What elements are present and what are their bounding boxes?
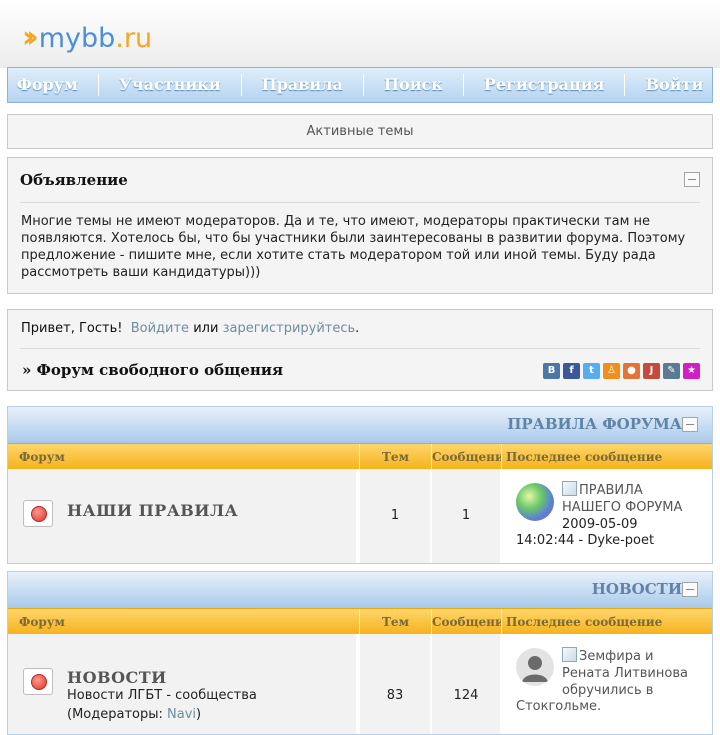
announcement-text: Многие темы не имеют модераторов. Да и т… [21,214,686,280]
nav-rules[interactable]: Правила [240,74,363,96]
logo-text-mybb: mybb [38,22,116,54]
col-last-post: Последнее сообщение [506,615,663,629]
col-topics: Тем [360,609,432,634]
last-post-link-cont[interactable]: обручились в [562,683,653,698]
nav-search[interactable]: Поиск [362,74,463,96]
col-forum: Форум [8,609,360,634]
last-post-link-cont[interactable]: Рената Литвинова [562,666,688,681]
category-rules: ПРАВИЛА ФОРУМА Форум Тем Сообщений После… [7,406,713,564]
moimir-icon[interactable]: ● [623,363,640,379]
announcement-box: Объявление Многие темы не имеют модерато… [7,157,713,294]
facebook-icon[interactable]: f [563,363,580,379]
vkontakte-icon[interactable]: В [543,363,560,379]
col-messages: Сообщений [432,609,502,634]
category-collapse-button[interactable] [682,582,698,597]
default-user-icon [522,656,548,682]
last-post-link-cont[interactable]: Стокгольме. [516,698,601,715]
last-post-time-author: 14:02:44 - Dyke-poet [516,533,655,548]
logo-text-ru: .ru [115,22,153,54]
category-header: ПРАВИЛА ФОРУМА [8,407,712,443]
mybb-logo[interactable]: ›› mybb.ru [22,20,152,56]
forum-description-block: Новости ЛГБТ - сообщества (Модераторы: N… [67,686,257,724]
column-headers: Форум Тем Сообщений Последнее сообщение [8,608,712,634]
category-news: НОВОСТИ Форум Тем Сообщений Последнее со… [7,571,713,735]
last-post-cell: Земфира и Рената Литвинова обручились в … [502,634,712,734]
nav-login[interactable]: Войти [624,74,720,96]
nav-forum[interactable]: Форум [0,74,98,96]
col-last-post: Последнее сообщение [506,450,663,464]
announcement-collapse-button[interactable] [684,172,700,187]
forum-description: Новости ЛГБТ - сообщества [67,688,257,703]
last-post-date: 2009-05-09 [562,517,638,532]
register-link[interactable]: зарегистрируйтесь [223,321,356,336]
livejournal-pen-icon[interactable]: ✎ [663,363,680,379]
forum-status-icon [23,668,53,695]
category-title[interactable]: ПРАВИЛА ФОРУМА [507,415,682,433]
forum-topics-count: 1 [360,469,432,563]
forum-name[interactable]: НОВОСТИ [67,668,167,687]
forum-row: НОВОСТИ Новости ЛГБТ - сообщества (Модер… [8,634,712,734]
share-icons: Вf t ♙ ● J ✎ ★ [543,363,700,379]
announcement-title: Объявление [20,171,128,189]
active-topics-link[interactable]: Активные темы [7,114,713,149]
column-headers: Форум Тем Сообщений Последнее сообщение [8,443,712,469]
login-link[interactable]: Войдите [131,321,189,336]
odnoklassniki-icon[interactable]: ♙ [603,363,620,379]
guest-greeting-line: Привет, Гость! Войдите или зарегистрируй… [21,321,359,336]
post-icon [562,481,577,496]
period-text: . [355,321,360,336]
forum-name[interactable]: НАШИ ПРАВИЛА [67,501,238,520]
logo-chevron-icon: ›› [22,20,38,55]
divider [20,348,700,349]
forum-cell: НОВОСТИ Новости ЛГБТ - сообщества (Модер… [8,634,360,734]
main-navigation: Форум Участники Правила Поиск Регистраци… [7,67,713,103]
nav-register[interactable]: Регистрация [462,74,625,96]
col-forum: Форум [8,444,360,469]
col-topics: Тем [360,444,432,469]
forum-messages-count: 124 [432,634,502,734]
col-messages: Сообщений [432,444,502,469]
livejournal-icon[interactable]: J [643,363,660,379]
forum-row: НАШИ ПРАВИЛА 1 1 ПРАВИЛА НАШЕГО ФОРУМА 2… [8,469,712,563]
user-avatar[interactable] [516,483,554,521]
post-icon [562,647,577,662]
last-post-link-cont[interactable]: НАШЕГО ФОРУМА [562,500,682,515]
twitter-icon[interactable]: t [583,363,600,379]
site-header: ›› mybb.ru [0,0,720,68]
category-title[interactable]: НОВОСТИ [592,580,682,598]
or-text: или [193,321,219,336]
forum-cell: НАШИ ПРАВИЛА [8,469,360,563]
forum-messages-count: 1 [432,469,502,563]
user-avatar[interactable] [516,648,554,686]
last-post-cell: ПРАВИЛА НАШЕГО ФОРУМА 2009-05-09 14:02:4… [502,469,712,563]
nav-members[interactable]: Участники [97,74,241,96]
breadcrumb[interactable]: » Форум свободного общения [22,361,283,379]
favorite-star-icon[interactable]: ★ [683,363,700,379]
category-header: НОВОСТИ [8,572,712,608]
last-post-link[interactable]: Земфира и [579,649,654,664]
forum-status-icon [23,500,53,527]
divider [20,202,700,203]
guest-box: Привет, Гость! Войдите или зарегистрируй… [7,309,713,391]
last-post-link[interactable]: ПРАВИЛА [579,483,643,498]
forum-topics-count: 83 [360,634,432,734]
category-collapse-button[interactable] [682,417,698,432]
guest-greeting: Привет, Гость! [21,321,123,336]
